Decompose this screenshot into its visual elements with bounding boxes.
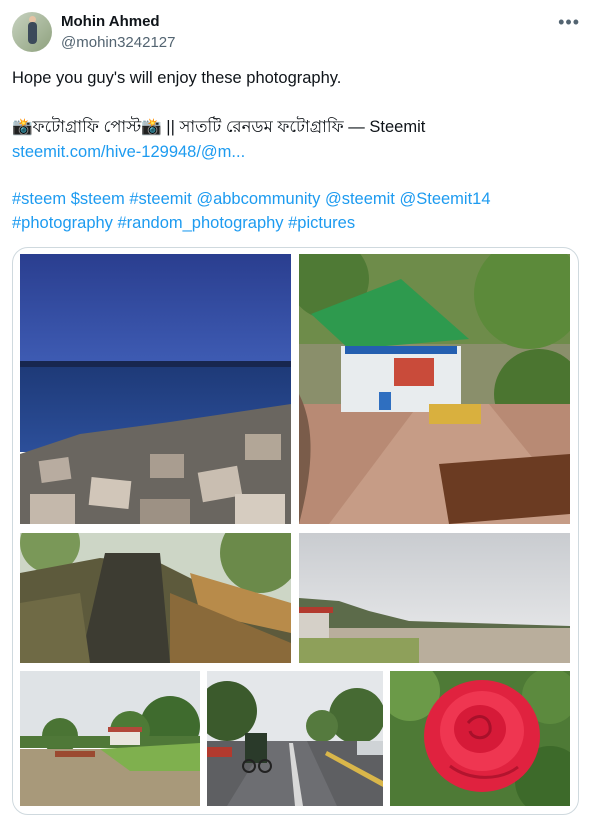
- photo-rainy-road[interactable]: [207, 671, 383, 806]
- photo-river-bank[interactable]: [20, 671, 200, 806]
- media-grid: [12, 247, 579, 815]
- photo-green-roof-shop[interactable]: [299, 254, 570, 524]
- photo-red-rose[interactable]: [390, 671, 570, 806]
- photo-stone-steps[interactable]: [20, 533, 291, 663]
- photo-cloudy-river[interactable]: [299, 533, 570, 663]
- avatar[interactable]: [12, 12, 52, 52]
- author-handle[interactable]: @mohin3242127: [61, 34, 175, 51]
- avatar-figure: [28, 22, 37, 44]
- author-name[interactable]: Mohin Ahmed: [61, 13, 160, 30]
- hashtags-line-2[interactable]: #photography #random_photography #pictur…: [12, 213, 355, 233]
- more-horizontal-icon[interactable]: •••: [558, 12, 580, 33]
- tweet-title-line: 📸ফটোগ্রাফি পোস্ট📸 || সাতটি রেনডম ফটোগ্রা…: [12, 118, 426, 136]
- tweet-link[interactable]: steemit.com/hive-129948/@m...: [12, 142, 245, 162]
- photo-river-dusk[interactable]: [20, 254, 291, 524]
- hashtags-line-1[interactable]: #steem $steem #steemit @abbcommunity @st…: [12, 189, 491, 209]
- tweet: Mohin Ahmed @mohin3242127 ••• Hope you g…: [0, 0, 602, 819]
- tweet-text-line: Hope you guy's will enjoy these photogra…: [12, 69, 342, 87]
